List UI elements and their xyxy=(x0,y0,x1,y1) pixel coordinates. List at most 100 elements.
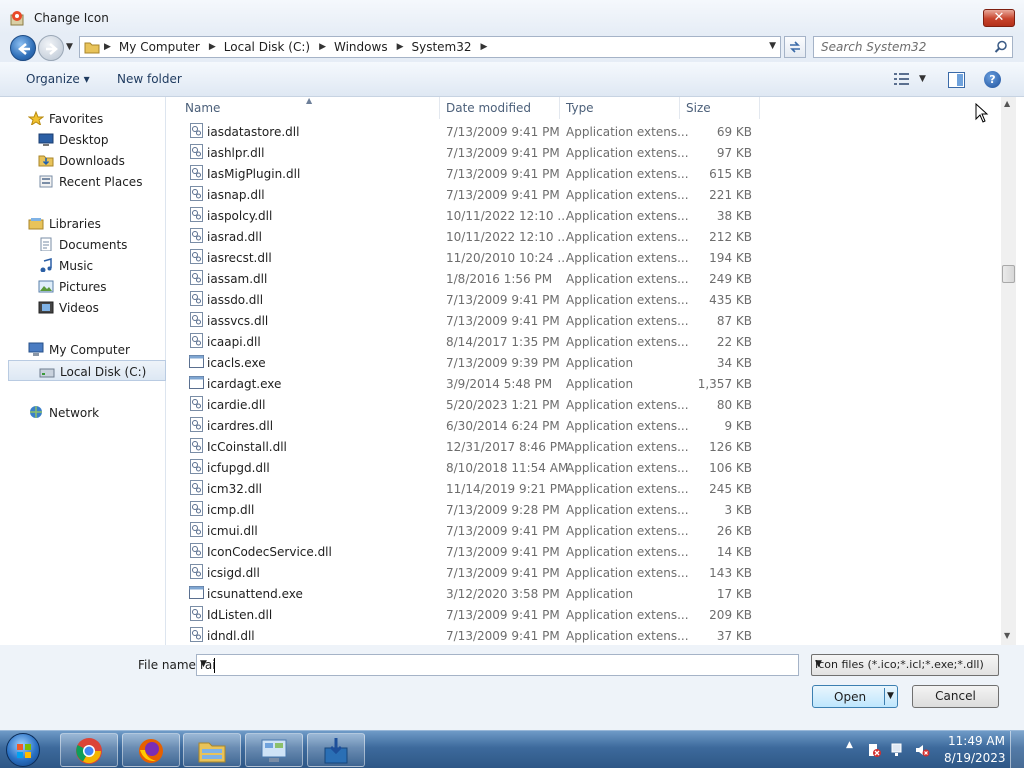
nav-item-local-disk-c[interactable]: Local Disk (C:) xyxy=(8,360,166,381)
action-center-icon[interactable] xyxy=(866,742,882,758)
file-row[interactable]: icsigd.dll 7/13/2009 9:41 PM Application e… xyxy=(167,562,767,583)
forward-button[interactable] xyxy=(38,35,64,61)
file-row[interactable]: IconCodecService.dll 7/13/2009 9:41 PM App… xyxy=(167,541,767,562)
file-row[interactable]: iassdo.dll 7/13/2009 9:41 PM Application e… xyxy=(167,289,767,310)
clock-date[interactable]: 8/19/2023 xyxy=(944,751,1006,765)
file-row[interactable]: IasMigPlugin.dll 7/13/2009 9:41 PM Applica… xyxy=(167,163,767,184)
taskbar-chrome[interactable] xyxy=(60,733,118,767)
column-divider[interactable] xyxy=(559,97,560,119)
close-button[interactable]: ✕ xyxy=(983,9,1015,27)
file-row[interactable]: icacls.exe 7/13/2009 9:39 PM Application 34… xyxy=(167,352,767,373)
column-type[interactable]: Type xyxy=(566,101,594,115)
nav-item-desktop[interactable]: Desktop xyxy=(8,129,166,150)
file-row[interactable]: iasnap.dll 7/13/2009 9:41 PM Application e… xyxy=(167,184,767,205)
file-row[interactable]: IcCoinstall.dll 12/31/2017 8:46 PM Applica… xyxy=(167,436,767,457)
breadcrumb-separator-icon[interactable]: ▶ xyxy=(397,42,404,52)
view-options-dropdown-icon[interactable]: ▼ xyxy=(919,74,926,84)
column-divider[interactable] xyxy=(679,97,680,119)
nav-item-pictures[interactable]: Pictures xyxy=(8,276,166,297)
column-size[interactable]: Size xyxy=(686,101,711,115)
back-button[interactable] xyxy=(10,35,36,61)
nav-item-libraries[interactable]: Libraries xyxy=(8,213,166,234)
file-row[interactable]: icmp.dll 7/13/2009 9:28 PM Application ext… xyxy=(167,499,767,520)
file-row[interactable]: IdListen.dll 7/13/2009 9:41 PM Application… xyxy=(167,604,767,625)
nav-item-my-computer[interactable]: My Computer xyxy=(8,339,166,360)
file-row[interactable]: icardagt.exe 3/9/2014 5:48 PM Application 1… xyxy=(167,373,767,394)
file-type: Application extens... xyxy=(566,272,689,286)
file-row[interactable]: icardie.dll 5/20/2023 1:21 PM Application … xyxy=(167,394,767,415)
nav-item-documents[interactable]: Documents xyxy=(8,234,166,255)
preview-pane-icon[interactable] xyxy=(948,72,965,88)
recent-pages-dropdown-icon[interactable]: ▼ xyxy=(66,42,73,52)
taskbar-control-panel[interactable] xyxy=(245,733,303,767)
nav-item-downloads[interactable]: Downloads xyxy=(8,150,166,171)
file-type-filter[interactable]: Icon files (*.ico;*.icl;*.exe;*.dll) ▼ xyxy=(811,654,999,676)
nav-item-music[interactable]: Music xyxy=(8,255,166,276)
file-row[interactable]: iashlpr.dll 7/13/2009 9:41 PM Application … xyxy=(167,142,767,163)
file-row[interactable]: iasrad.dll 10/11/2022 12:10 ... Applicatio… xyxy=(167,226,767,247)
file-row[interactable]: idndl.dll 7/13/2009 9:41 PM Application ex… xyxy=(167,625,767,645)
vertical-scrollbar[interactable]: ▲ ▼ xyxy=(1001,97,1016,645)
file-row[interactable]: iaspolcy.dll 10/11/2022 12:10 ... Applicat… xyxy=(167,205,767,226)
network-tray-icon[interactable] xyxy=(890,742,906,758)
start-button[interactable] xyxy=(6,733,40,767)
open-button[interactable]: Open ▼ xyxy=(812,685,898,708)
nav-item-videos[interactable]: Videos xyxy=(8,297,166,318)
address-bar[interactable]: ▶ My Computer ▶ Local Disk (C:) ▶ Windows ▶ Sys… xyxy=(79,36,781,58)
file-row[interactable]: icardres.dll 6/30/2014 6:24 PM Application… xyxy=(167,415,767,436)
file-row[interactable]: icsunattend.exe 3/12/2020 3:58 PM Applicat… xyxy=(167,583,767,604)
clock-time[interactable]: 11:49 AM xyxy=(948,734,1005,748)
file-date-modified: 8/10/2018 11:54 AM xyxy=(446,461,569,475)
nav-item-favorites[interactable]: Favorites xyxy=(8,108,166,129)
file-size: 97 KB xyxy=(716,146,752,160)
new-folder-button[interactable]: New folder xyxy=(117,72,182,86)
breadcrumb-separator-icon[interactable]: ▶ xyxy=(209,42,216,52)
breadcrumb-item[interactable]: Local Disk (C:) xyxy=(224,40,310,54)
nav-item-label: Recent Places xyxy=(59,175,143,189)
breadcrumb-item[interactable]: System32 xyxy=(412,40,472,54)
breadcrumb-item[interactable]: My Computer xyxy=(119,40,200,54)
taskbar-file-explorer[interactable] xyxy=(183,733,241,767)
address-dropdown-icon[interactable]: ▼ xyxy=(769,41,776,51)
breadcrumb-separator-icon[interactable]: ▶ xyxy=(319,42,326,52)
scroll-down-icon[interactable]: ▼ xyxy=(1004,631,1010,640)
column-name[interactable]: Name xyxy=(185,101,220,115)
organize-button[interactable]: Organize ▾ xyxy=(26,72,90,86)
breadcrumb-separator-icon[interactable]: ▶ xyxy=(104,42,111,52)
file-name-dropdown-icon[interactable]: ▼ xyxy=(200,659,793,669)
file-row[interactable]: iassvcs.dll 7/13/2009 9:41 PM Application … xyxy=(167,310,767,331)
file-row[interactable]: icaapi.dll 8/14/2017 1:35 PM Application e… xyxy=(167,331,767,352)
show-desktop-button[interactable] xyxy=(1010,731,1024,768)
dll-file-icon xyxy=(190,438,203,453)
file-name-input[interactable]: rai ▼ xyxy=(196,654,799,676)
file-row[interactable]: icfupgd.dll 8/10/2018 11:54 AM Application… xyxy=(167,457,767,478)
file-size: 80 KB xyxy=(716,398,752,412)
change-view-icon[interactable] xyxy=(894,73,910,85)
column-divider[interactable] xyxy=(439,97,440,119)
file-row[interactable]: icm32.dll 11/14/2019 9:21 PM Application e… xyxy=(167,478,767,499)
breadcrumb-separator-icon[interactable]: ▶ xyxy=(481,42,488,52)
nav-item-recent-places[interactable]: Recent Places xyxy=(8,171,166,192)
scroll-up-icon[interactable]: ▲ xyxy=(1004,99,1010,108)
refresh-button[interactable] xyxy=(784,36,806,58)
filter-dropdown-icon[interactable]: ▼ xyxy=(815,659,993,669)
file-size: 22 KB xyxy=(716,335,752,349)
search-input[interactable]: Search System32 xyxy=(813,36,1013,58)
taskbar-installer[interactable] xyxy=(307,733,365,767)
show-hidden-icons-button[interactable]: ▲ xyxy=(846,740,853,750)
file-row[interactable]: iasrecst.dll 11/20/2010 10:24 ... Applicat… xyxy=(167,247,767,268)
column-date-modified[interactable]: Date modified xyxy=(446,101,531,115)
nav-item-network[interactable]: Network xyxy=(8,402,166,423)
open-options-dropdown-icon[interactable]: ▼ xyxy=(887,691,894,701)
file-row[interactable]: icmui.dll 7/13/2009 9:41 PM Application ex… xyxy=(167,520,767,541)
volume-muted-icon[interactable] xyxy=(914,742,930,758)
file-row[interactable]: iasdatastore.dll 7/13/2009 9:41 PM Applica… xyxy=(167,121,767,142)
taskbar-firefox[interactable] xyxy=(122,733,180,767)
help-icon[interactable]: ? xyxy=(984,71,1001,88)
search-icon[interactable] xyxy=(994,40,1008,54)
column-divider[interactable] xyxy=(759,97,760,119)
file-row[interactable]: iassam.dll 1/8/2016 1:56 PM Application ex… xyxy=(167,268,767,289)
breadcrumb-item[interactable]: Windows xyxy=(334,40,388,54)
cancel-button[interactable]: Cancel xyxy=(912,685,999,708)
scroll-thumb[interactable] xyxy=(1002,265,1015,283)
